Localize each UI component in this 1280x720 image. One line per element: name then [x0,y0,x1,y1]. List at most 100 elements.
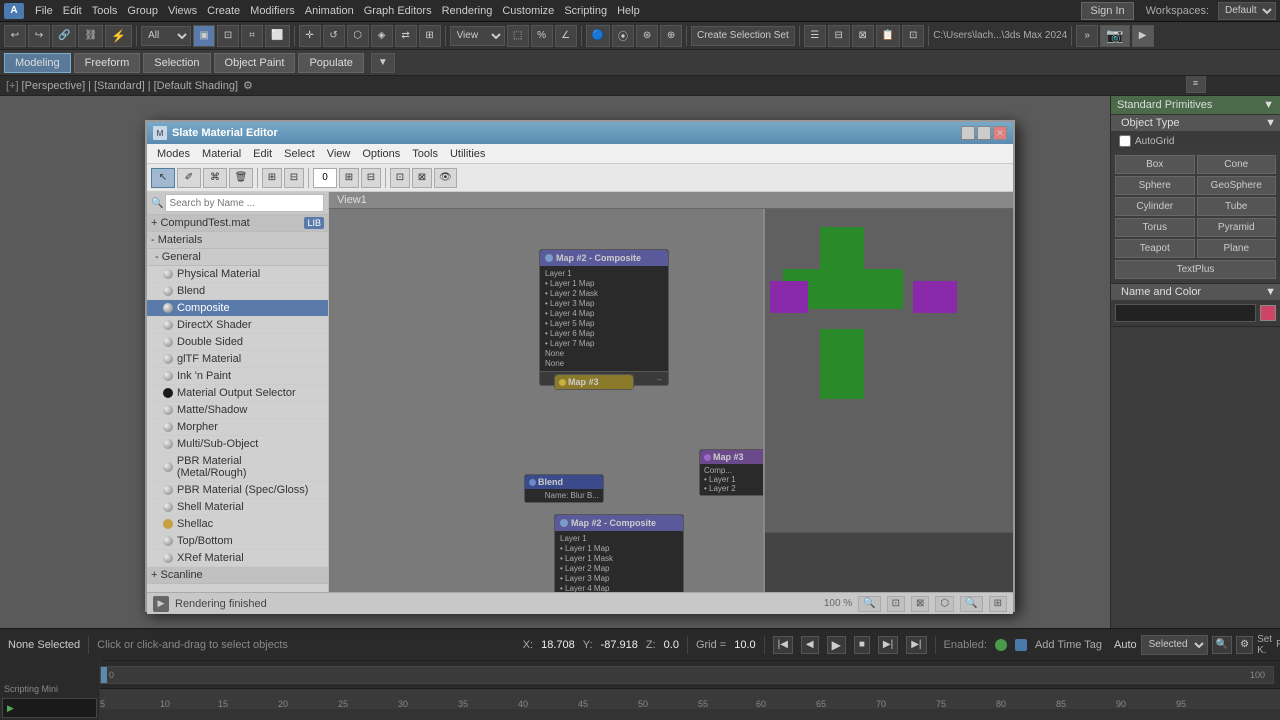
mat-composite[interactable]: Composite [147,300,328,317]
color-swatch[interactable] [1260,305,1276,321]
filter-sel-btn[interactable]: ⚙ [1236,636,1253,654]
node-composite-2[interactable]: Map #2 - Composite Layer 1 • Layer 1 Map… [554,514,684,592]
mat-materials-group[interactable]: - Materials [147,232,328,249]
align-btn[interactable]: ⊞ [419,25,441,47]
menu-rendering[interactable]: Rendering [437,3,498,19]
bc-expand[interactable]: [+] [6,80,19,92]
mat-general-group[interactable]: - General [147,249,328,266]
rotate-btn[interactable]: ↺ [323,25,345,47]
select-lasso-btn[interactable]: ⌗ [241,25,263,47]
mat-morpher[interactable]: Morpher [147,419,328,436]
object-type-header[interactable]: Object Type ▼ [1111,115,1280,131]
mat-ink[interactable]: Ink 'n Paint [147,368,328,385]
slate-menu-utilities[interactable]: Utilities [444,147,491,161]
tube-btn[interactable]: Tube [1197,197,1277,216]
mat-blend[interactable]: Blend [147,283,328,300]
slate-node-btn[interactable]: ⊞ [262,168,282,188]
next-frame-btn[interactable]: ▶| [906,636,926,654]
node-composite-1[interactable]: Map #2 - Composite Layer 1 • Layer 1 Map… [539,249,669,386]
slate-menu-select[interactable]: Select [278,147,321,161]
mirror-btn[interactable]: ⇄ [395,25,417,47]
rp-icon-h[interactable]: ≡ [1186,73,1206,93]
mat-directx[interactable]: DirectX Shader [147,317,328,334]
container-btn[interactable]: ⊡ [902,25,924,47]
mat-shellac[interactable]: Shellac [147,516,328,533]
view-sel-btn[interactable]: ⊠ [911,596,929,612]
menu-file[interactable]: File [30,3,58,19]
slate-menu-options[interactable]: Options [356,147,406,161]
percent-snap-btn[interactable]: ⊛ [636,25,658,47]
teapot-btn[interactable]: Teapot [1115,239,1195,258]
slate-minimize-btn[interactable]: _ [961,126,975,140]
menu-graph-editors[interactable]: Graph Editors [359,3,437,19]
mat-scanline-group[interactable]: + Scanline [147,567,328,584]
render-btn[interactable]: ▶ [1132,25,1154,47]
menu-modifiers[interactable]: Modifiers [245,3,300,19]
spinner-snap-btn[interactable]: ⊕ [660,25,682,47]
select-region-btn[interactable]: ⊡ [217,25,239,47]
fit-btn[interactable]: ⊡ [887,596,905,612]
node-output-1[interactable]: Map #3 Comp... • Layer 1 • Layer 2 [699,449,763,496]
unlink-button[interactable]: ⛓ [78,25,103,47]
menu-help[interactable]: Help [612,3,645,19]
zoom-out-btn[interactable]: 🔍 [858,596,880,612]
mat-matte[interactable]: Matte/Shadow [147,402,328,419]
bind-button[interactable]: ⚡ [105,25,132,47]
move-btn[interactable]: ✛ [299,25,321,47]
freeform-btn[interactable]: Freeform [74,53,141,73]
slate-compact-btn[interactable]: ⊠ [412,168,432,188]
timeline-ticks-row[interactable]: 5 10 15 20 25 30 35 40 45 50 55 60 65 70… [0,689,1280,709]
populate-btn[interactable]: Populate [298,53,363,73]
slate-layout-btn[interactable]: ⊟ [284,168,304,188]
slate-select-btn[interactable]: ↖ [151,168,175,188]
mat-topbot[interactable]: Top/Bottom [147,533,328,550]
undo-button[interactable]: ↩ [4,25,26,47]
slate-menu-material[interactable]: Material [196,147,247,161]
angle-btn[interactable]: ∠ [555,25,577,47]
timeline-ruler[interactable]: 0 100 [100,666,1274,684]
menu-animation[interactable]: Animation [300,3,359,19]
mat-pbr-metal[interactable]: PBR Material (Metal/Rough) [147,453,328,482]
slate-hide-btn[interactable]: 👁 [434,168,457,188]
filter-dropdown[interactable]: All [141,26,191,46]
render-frame-btn[interactable]: 📷 [1100,25,1129,47]
node-editor-area[interactable]: Map #2 - Composite Layer 1 • Layer 1 Map… [329,209,763,592]
selection-btn[interactable]: Selection [143,53,210,73]
slate-maximize-btn[interactable]: □ [977,126,991,140]
pyramid-btn[interactable]: Pyramid [1197,218,1277,237]
selected-dropdown[interactable]: Selected [1141,635,1208,655]
slate-menu-edit[interactable]: Edit [247,147,278,161]
select-btn[interactable]: ▣ [193,25,215,47]
more-btn[interactable]: » [1076,25,1098,47]
slate-del-btn[interactable]: 🗑 [229,168,253,188]
slate-connect-btn[interactable]: ⌘ [203,168,227,188]
menu-views[interactable]: Views [163,3,202,19]
slate-menu-modes[interactable]: Modes [151,147,196,161]
view3d-slate-btn[interactable]: ⬡ [935,596,954,612]
navigate2-btn[interactable]: ⊞ [989,596,1007,612]
menu-scripting[interactable]: Scripting [559,3,612,19]
prev-btn[interactable]: ◀ [801,636,819,654]
redo-button[interactable]: ↪ [28,25,50,47]
scale-btn[interactable]: ⬡ [347,25,369,47]
mat-multisub[interactable]: Multi/Sub-Object [147,436,328,453]
mat-compund-group[interactable]: + CompundTest.mat LIB [147,215,328,232]
slate-menu-tools[interactable]: Tools [406,147,444,161]
manage-btn[interactable]: 📋 [876,25,900,47]
mat-output-sel[interactable]: Material Output Selector [147,385,328,402]
snap-btn[interactable]: 🔵 [586,25,610,47]
menu-tools[interactable]: Tools [87,3,123,19]
mat-double[interactable]: Double Sided [147,334,328,351]
slate-move-btn[interactable]: ✐ [177,168,201,188]
slate-menu-view[interactable]: View [321,147,357,161]
scripting-mini-input-area[interactable]: ▶ [2,698,97,718]
mat-shell[interactable]: Shell Material [147,499,328,516]
textplus-btn[interactable]: TextPlus [1115,260,1276,279]
next-btn[interactable]: ▶| [878,636,898,654]
name-color-header[interactable]: Name and Color ▼ [1111,284,1280,300]
mat-pbr-spec[interactable]: PBR Material (Spec/Gloss) [147,482,328,499]
name-input[interactable] [1115,304,1256,322]
box-btn[interactable]: Box [1115,155,1195,174]
scene-btn[interactable]: ⊠ [852,25,874,47]
mat-xref[interactable]: XRef Material [147,550,328,567]
